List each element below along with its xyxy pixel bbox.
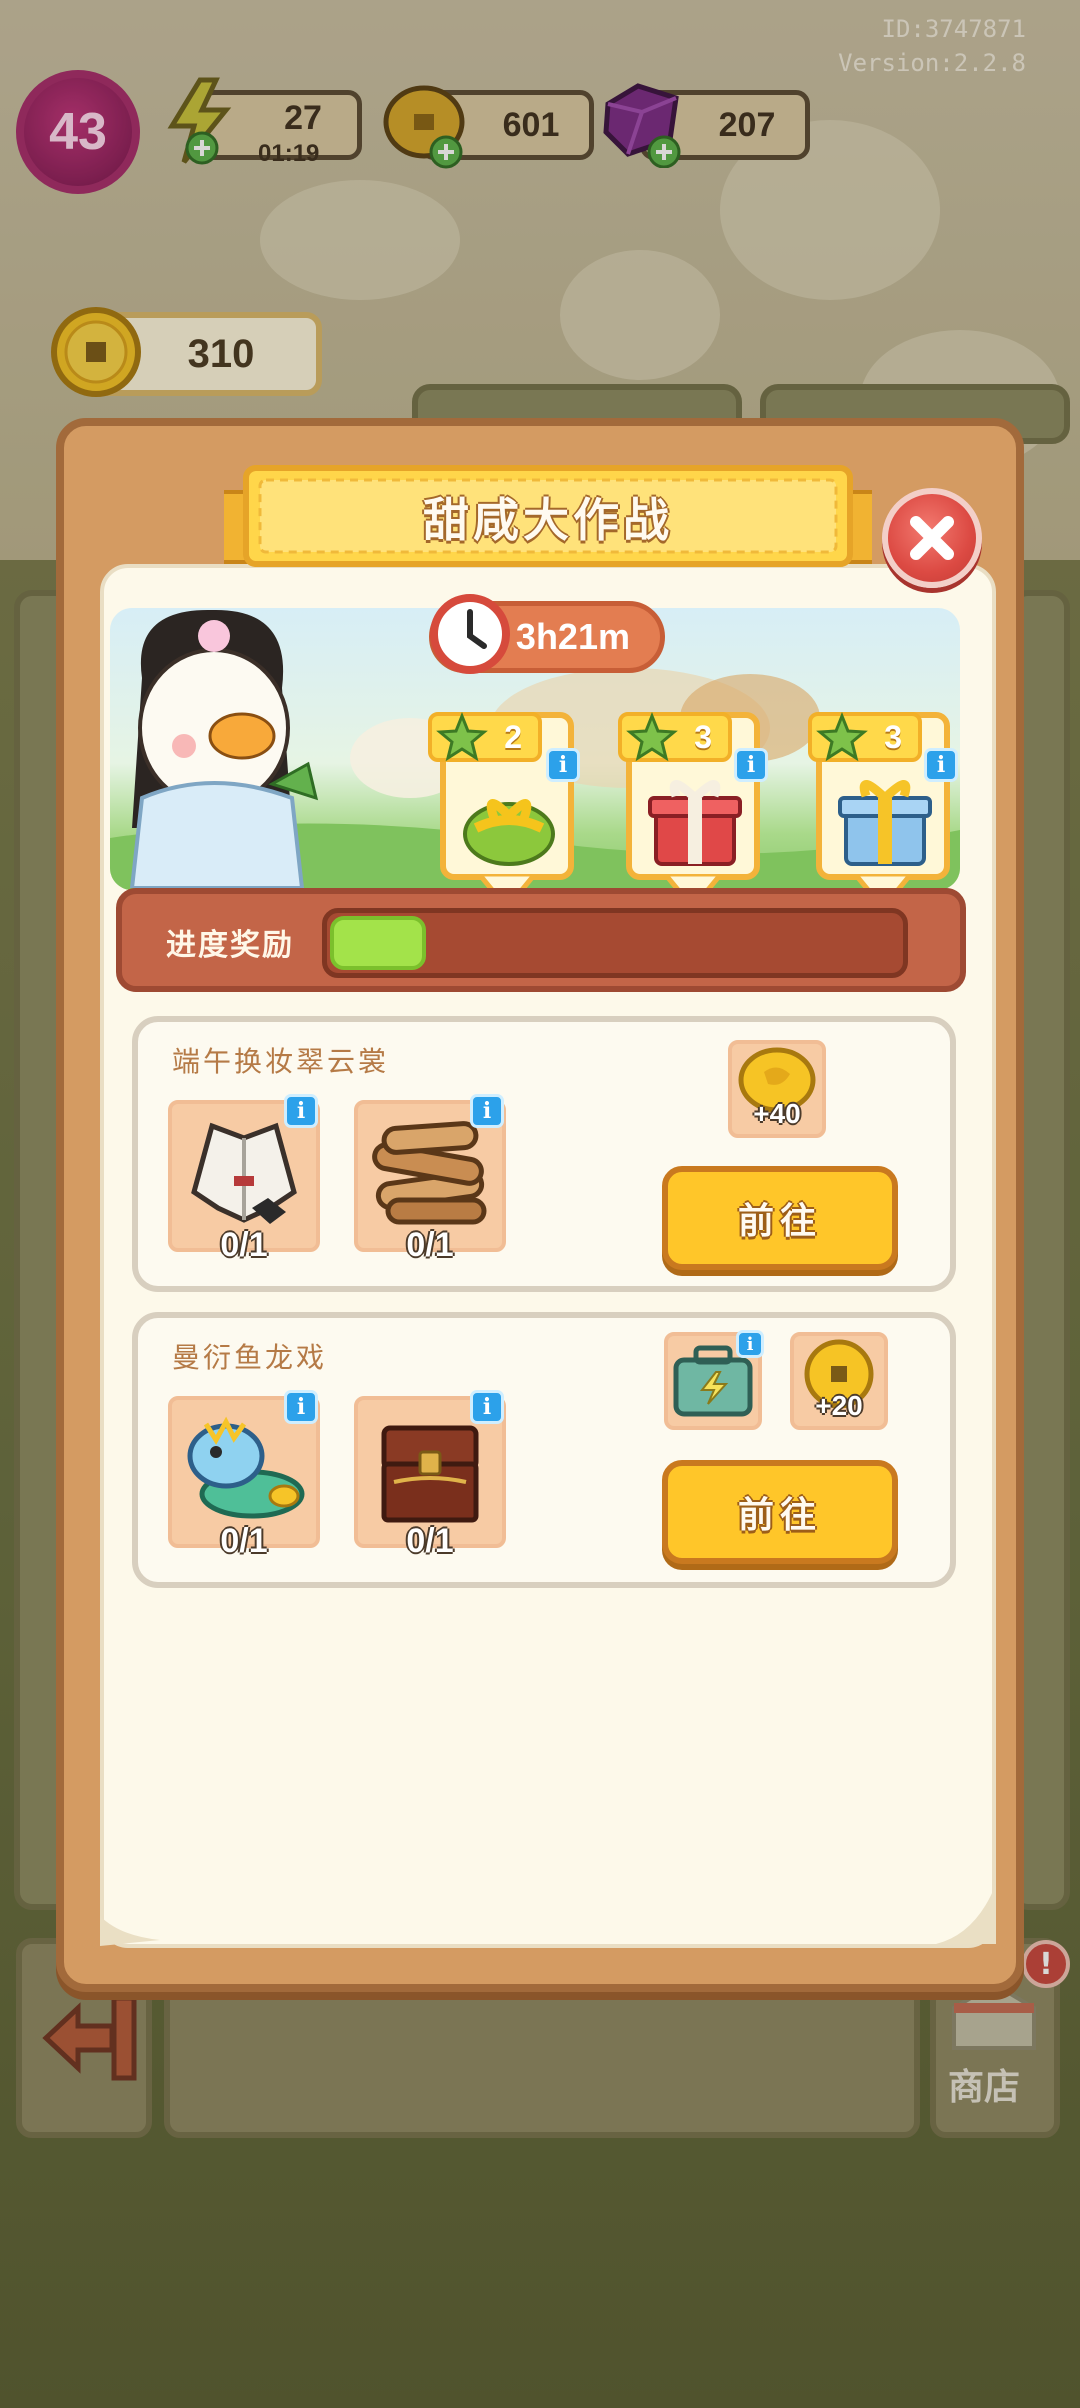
milestone-star-count: 2 (504, 718, 522, 755)
close-button[interactable] (882, 488, 982, 588)
event-title: 甜咸大作战 (423, 493, 673, 547)
item-progress: 0/1 (220, 1226, 268, 1264)
item-progress: 0/1 (220, 1522, 268, 1560)
star-icon (816, 712, 868, 762)
heroine-character (129, 609, 319, 888)
red-gift-box-icon (648, 780, 742, 866)
info-icon[interactable]: i (734, 748, 768, 782)
progress-fill (330, 916, 426, 970)
reward-amount: +40 (753, 1098, 801, 1129)
green-gift-box-icon (463, 799, 555, 866)
go-button[interactable]: 前往 (662, 1460, 898, 1564)
blue-gift-box-icon (838, 780, 932, 866)
info-icon[interactable]: i (284, 1094, 318, 1128)
firewood-icon (372, 1121, 487, 1225)
info-icon[interactable]: i (546, 748, 580, 782)
close-icon (910, 516, 954, 560)
event-modal: 甜咸大作战 3h21m 2 i 3 i 3 i 进度奖励 端午换妆翠云裳 i 0… (56, 418, 1024, 1992)
star-icon (436, 712, 488, 762)
chest-icon (381, 1425, 479, 1523)
info-icon[interactable]: i (736, 1330, 764, 1358)
reward-amount: +20 (815, 1390, 863, 1421)
info-icon[interactable]: i (470, 1390, 504, 1424)
info-icon[interactable]: i (284, 1390, 318, 1424)
paper-curl (100, 1916, 160, 1946)
go-button-label: 前往 (737, 1201, 822, 1242)
paper-curl (936, 1884, 996, 1944)
task-title-2: 曼衍鱼龙戏 (172, 1341, 328, 1374)
dragon-icon (187, 1416, 305, 1519)
info-icon[interactable]: i (470, 1094, 504, 1128)
progress-label: 进度奖励 (166, 928, 294, 963)
go-button-label: 前往 (737, 1495, 822, 1536)
info-icon[interactable]: i (924, 748, 958, 782)
star-icon (626, 712, 678, 762)
event-timer-text: 3h21m (515, 616, 630, 657)
task-title-1: 端午换妆翠云裳 (172, 1045, 390, 1078)
item-progress: 0/1 (406, 1522, 454, 1560)
clock-icon (430, 594, 510, 674)
go-button[interactable]: 前往 (662, 1166, 898, 1270)
milestone-star-count: 3 (694, 718, 712, 755)
robe-icon (191, 1122, 297, 1224)
milestone-star-count: 3 (884, 718, 902, 755)
item-progress: 0/1 (406, 1226, 454, 1264)
title-banner-text-wrap: 甜咸大作战 (224, 462, 872, 572)
